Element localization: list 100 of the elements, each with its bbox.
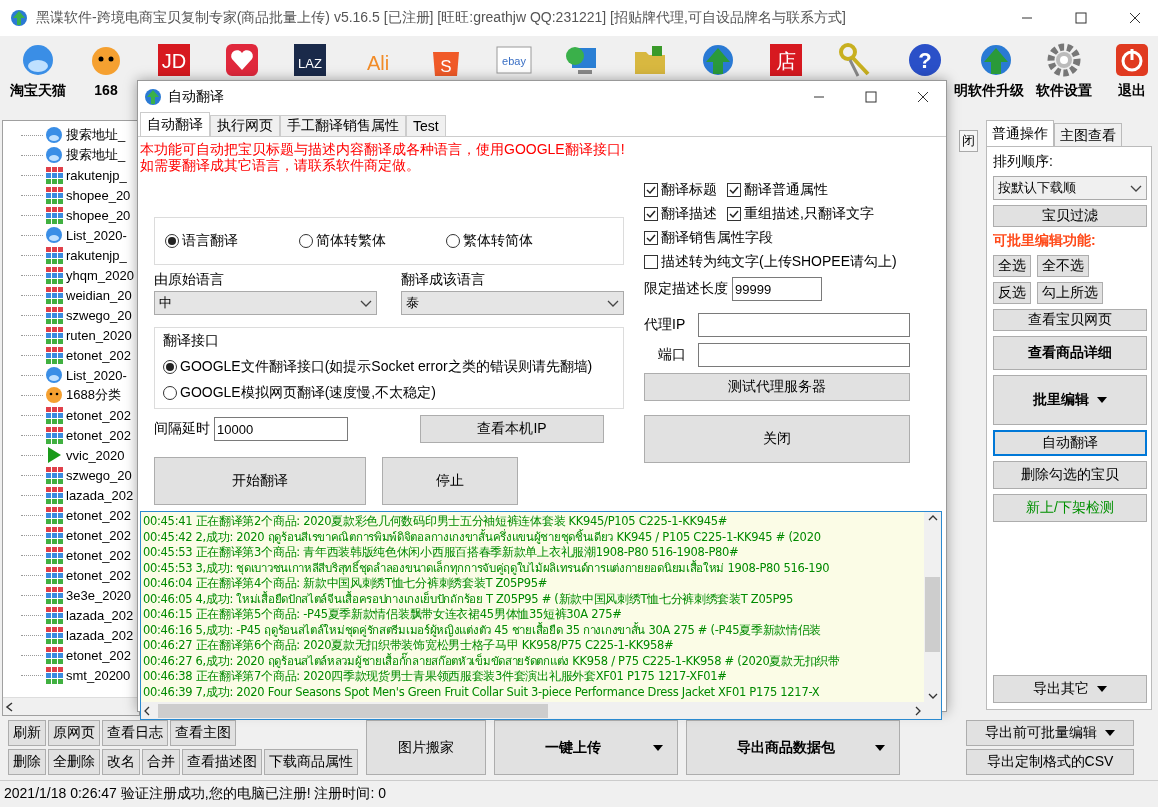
checkbox-option[interactable]: 描述转为纯文字(上传SHOPEE请勾上) bbox=[644, 253, 897, 271]
menu-button[interactable]: 一键上传 bbox=[494, 720, 678, 775]
tree-item[interactable]: rakutenjp_ bbox=[66, 167, 127, 183]
language-dropdown[interactable]: 泰 bbox=[401, 291, 624, 315]
vertical-scrollbar[interactable] bbox=[924, 512, 941, 702]
menu-button[interactable]: 导出其它 bbox=[993, 675, 1147, 703]
toolbar-button[interactable]: 图片搬家 bbox=[366, 720, 486, 775]
dialog-tab[interactable]: Test bbox=[406, 115, 446, 136]
checkbox-option[interactable]: 翻译普通属性 bbox=[727, 181, 828, 199]
sort-dropdown[interactable]: 按默认下载顺 bbox=[993, 176, 1147, 200]
tab-button[interactable]: 闭 bbox=[959, 130, 978, 152]
close-icon[interactable] bbox=[1129, 12, 1141, 24]
tree-item[interactable]: szwego_20 bbox=[66, 467, 132, 483]
toolbar-button[interactable]: 刷新 bbox=[8, 720, 46, 746]
checkbox-option[interactable]: 重组描述,只翻译文字 bbox=[727, 205, 874, 223]
menu-button[interactable]: 导出商品数据包 bbox=[686, 720, 900, 775]
scroll-down-icon[interactable] bbox=[927, 693, 938, 699]
toolbar-label[interactable]: 退出 bbox=[1118, 82, 1146, 100]
toolbar-button[interactable]: 查看主图 bbox=[170, 720, 236, 746]
panel-button[interactable]: 宝贝过滤 bbox=[993, 205, 1147, 227]
delay-field[interactable]: 10000 bbox=[214, 417, 348, 441]
toolbar-label[interactable]: 软件升级 bbox=[968, 82, 1024, 100]
tree-item[interactable]: 3e3e_2020 bbox=[66, 587, 132, 603]
panel-button[interactable]: 勾上所选 bbox=[1037, 282, 1103, 304]
tree-item[interactable]: lazada_202 bbox=[66, 487, 134, 503]
radio-option[interactable]: GOOGLE文件翻译接口(如提示Socket error之类的错误则请先翻墙) bbox=[163, 358, 615, 376]
tree-item[interactable]: etonet_202 bbox=[66, 347, 132, 363]
toolbar-button[interactable]: 改名 bbox=[102, 749, 140, 775]
check-ip-button[interactable]: 查看本机IP bbox=[420, 415, 604, 443]
dialog-tab[interactable]: 自动翻译 bbox=[140, 112, 210, 136]
maximize-icon[interactable] bbox=[1075, 12, 1087, 24]
scroll-up-icon[interactable] bbox=[927, 515, 938, 521]
scrollbar-thumb[interactable] bbox=[925, 577, 940, 652]
logo-icon[interactable]: 店 bbox=[768, 42, 804, 78]
toolbar-label[interactable]: 168 bbox=[94, 82, 118, 98]
radio-option[interactable]: 简体转繁体 bbox=[298, 232, 386, 250]
tree-item[interactable]: weidian_20 bbox=[66, 287, 132, 303]
scroll-right-icon[interactable] bbox=[915, 705, 921, 716]
horizontal-scrollbar[interactable] bbox=[141, 702, 941, 719]
tree-item[interactable]: lazada_202 bbox=[66, 627, 134, 643]
tree-item[interactable]: 1688分类 bbox=[66, 386, 121, 404]
tree-item[interactable]: rakutenjp_ bbox=[66, 247, 127, 263]
panel-button[interactable]: 全选 bbox=[993, 255, 1031, 277]
checkbox-option[interactable]: 翻译描述 bbox=[644, 205, 717, 223]
dialog-tab[interactable]: 执行网页 bbox=[210, 115, 280, 136]
toolbar-button[interactable]: 查看描述图 bbox=[182, 749, 262, 775]
tree-item[interactable]: ruten_2020 bbox=[66, 327, 132, 343]
radio-option[interactable]: 语言翻译 bbox=[165, 232, 238, 250]
toolbar-button[interactable]: 原网页 bbox=[48, 720, 100, 746]
tree-item[interactable]: 搜索地址_ bbox=[66, 126, 126, 144]
tree-item[interactable]: vvic_2020 bbox=[66, 447, 125, 463]
menu-button[interactable]: 批里编辑 bbox=[993, 375, 1147, 425]
scroll-left-icon[interactable] bbox=[144, 705, 150, 716]
toolbar-button[interactable]: 导出定制格式的CSV bbox=[966, 749, 1134, 775]
panel-button[interactable]: 自动翻译 bbox=[993, 430, 1147, 456]
settings-icon[interactable] bbox=[1046, 42, 1082, 78]
tree-item[interactable]: smt_20200 bbox=[66, 667, 131, 683]
logo-icon[interactable]: LAZ bbox=[292, 42, 328, 78]
tree-item[interactable]: 搜索地址_ bbox=[66, 146, 126, 164]
toolbar-button[interactable]: 下载商品属性 bbox=[264, 749, 358, 775]
checkbox-option[interactable]: 翻译标题 bbox=[644, 181, 717, 199]
bird-icon[interactable] bbox=[20, 42, 56, 78]
toolbar-label[interactable]: 软件设置 bbox=[1036, 82, 1092, 100]
tree-item[interactable]: etonet_202 bbox=[66, 427, 132, 443]
tree-item[interactable]: etonet_202 bbox=[66, 547, 132, 563]
start-button[interactable]: 开始翻译 bbox=[154, 457, 366, 505]
horizontal-scrollbar[interactable] bbox=[3, 697, 139, 715]
tree-item[interactable]: List_2020- bbox=[66, 367, 127, 383]
help-icon[interactable]: ? bbox=[907, 42, 943, 78]
maximize-icon[interactable] bbox=[865, 91, 877, 103]
tree-item[interactable]: List_2020- bbox=[66, 227, 127, 243]
radio-option[interactable]: GOOGLE模拟网页翻译(速度慢,不太稳定) bbox=[163, 384, 615, 402]
panel-button[interactable]: 查看宝贝网页 bbox=[993, 309, 1147, 331]
tree-item[interactable]: shopee_20 bbox=[66, 207, 131, 223]
port-field[interactable] bbox=[698, 343, 910, 367]
tree-item[interactable]: etonet_202 bbox=[66, 507, 132, 523]
keys-icon[interactable] bbox=[836, 42, 872, 78]
limit-field[interactable]: 99999 bbox=[732, 277, 822, 301]
toolbar-button[interactable]: 全删除 bbox=[48, 749, 100, 775]
tree-item[interactable]: etonet_202 bbox=[66, 567, 132, 583]
toolbar-button[interactable]: 合并 bbox=[142, 749, 180, 775]
power-icon[interactable] bbox=[1114, 42, 1150, 78]
toolbar-button[interactable]: 查看日志 bbox=[102, 720, 168, 746]
logo-icon[interactable]: JD bbox=[156, 42, 192, 78]
panel-button[interactable]: 全不选 bbox=[1037, 255, 1089, 277]
panel-button[interactable]: 删除勾选的宝贝 bbox=[993, 461, 1147, 489]
scrollbar-thumb[interactable] bbox=[158, 703, 548, 718]
tree-item[interactable]: yhqm_2020 bbox=[66, 267, 134, 283]
stop-button[interactable]: 停止 bbox=[382, 457, 518, 505]
tree-item[interactable]: etonet_202 bbox=[66, 647, 132, 663]
panel-button[interactable]: 反选 bbox=[993, 282, 1031, 304]
toolbar-button[interactable]: 删除 bbox=[8, 749, 46, 775]
proxy-field[interactable] bbox=[698, 313, 910, 337]
panel-button[interactable]: 查看商品详细 bbox=[993, 336, 1147, 370]
toolbar-label[interactable]: 淘宝天猫 bbox=[10, 82, 66, 100]
close-button[interactable]: 关闭 bbox=[644, 415, 910, 463]
tree-item[interactable]: etonet_202 bbox=[66, 527, 132, 543]
tree-item[interactable]: szwego_20 bbox=[66, 307, 132, 323]
test-proxy-button[interactable]: 测试代理服务器 bbox=[644, 373, 910, 401]
checkbox-option[interactable]: 翻译销售属性字段 bbox=[644, 229, 773, 247]
